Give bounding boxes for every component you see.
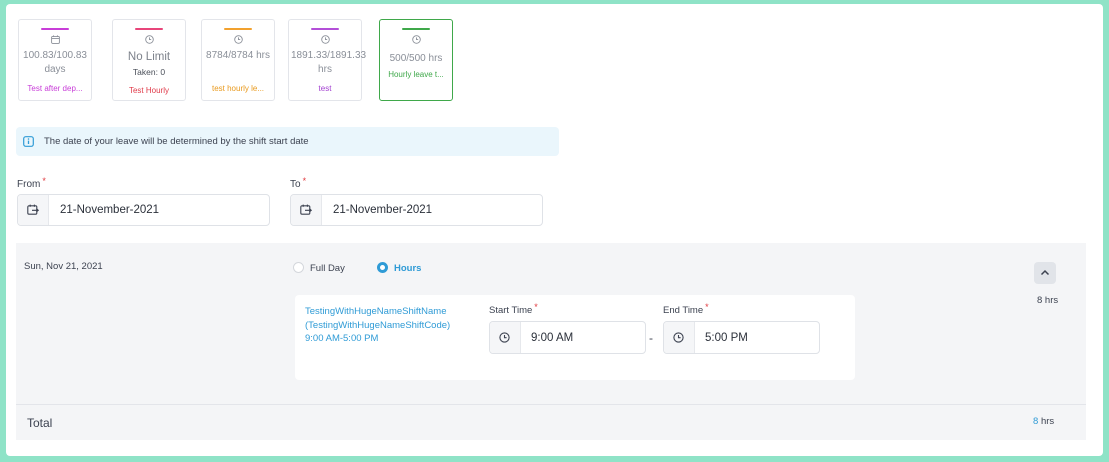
shift-name: TestingWithHugeNameShiftName [305,306,447,317]
card-taken: Taken: 0 [132,67,166,77]
clock-icon[interactable] [490,322,521,353]
leave-card-3[interactable]: 1891.33/1891.33 hrs test [288,19,367,101]
card-balance: No Limit [127,51,171,63]
clock-icon [289,35,361,45]
card-balance: 100.83/100.83 days [23,50,87,75]
radio-circle[interactable] [293,262,304,273]
calendar-icon [19,35,91,45]
end-time-field[interactable]: 5:00 PM [663,321,820,354]
to-label: To * [290,176,307,190]
end-time-label: End Time * [663,302,709,316]
to-date-value: 21-November-2021 [333,204,433,216]
radio-circle[interactable] [377,262,388,273]
start-time-field[interactable]: 9:00 AM [489,321,646,354]
shift-info: TestingWithHugeNameShiftName (TestingWit… [305,305,450,346]
collapse-button[interactable] [1034,262,1056,284]
calendar-swap-icon[interactable] [18,195,49,225]
shift-code: (TestingWithHugeNameShiftCode) [305,319,451,331]
leave-card-0[interactable]: 100.83/100.83 days Test after dep... [18,19,92,101]
total-hours: 8 hrs [1033,416,1054,427]
full-day-label: Full Day [310,263,345,274]
total-hours-value: 8 [1033,416,1039,427]
card-color-bar [135,28,163,30]
leave-card-4-selected[interactable]: 500/500 hrs Hourly leave t... [379,19,453,101]
end-time-value: 5:00 PM [705,332,748,344]
info-banner: The date of your leave will be determine… [16,127,559,156]
shift-card: TestingWithHugeNameShiftName (TestingWit… [295,295,855,380]
clock-icon [380,35,452,45]
chevron-up-icon [1040,269,1050,276]
card-leave-name: test [318,84,332,93]
card-leave-name: Test Hourly [128,86,169,95]
from-label: From * [17,176,46,190]
card-color-bar [402,28,430,30]
card-balance: 8784/8784 hrs [206,50,270,61]
start-time-value: 9:00 AM [531,332,574,344]
leave-card-1[interactable]: No Limit Taken: 0 Test Hourly [112,19,186,101]
clock-icon [113,35,185,45]
card-color-bar [311,28,339,30]
day-hours-total: 8 hrs [1037,295,1059,306]
total-hours-unit: hrs [1040,416,1055,427]
hours-label: Hours [394,263,422,274]
leave-form: 100.83/100.83 days Test after dep... No … [6,4,1103,456]
total-row: Total 8 hrs [16,404,1086,440]
card-balance: 1891.33/1891.33 hrs [291,50,367,75]
card-leave-name: Test after dep... [27,84,83,93]
card-leave-name: Hourly leave t... [388,70,444,79]
time-separator: - [649,331,653,345]
shift-time: 9:00 AM-5:00 PM [305,333,379,344]
from-date-value: 21-November-2021 [60,204,160,216]
to-date-field[interactable]: 21-November-2021 [290,194,543,226]
day-date: Sun, Nov 21, 2021 [24,261,103,272]
card-balance: 500/500 hrs [389,53,443,64]
info-text: The date of your leave will be determine… [44,136,309,147]
card-leave-name: test hourly le... [211,84,265,93]
info-icon [23,136,34,150]
clock-icon[interactable] [664,322,695,353]
card-color-bar [41,28,69,30]
start-time-label: Start Time * [489,302,538,316]
card-color-bar [224,28,252,30]
total-label: Total [27,416,53,430]
leave-card-2[interactable]: 8784/8784 hrs test hourly le... [201,19,275,101]
calendar-swap-icon[interactable] [291,195,322,225]
from-date-field[interactable]: 21-November-2021 [17,194,270,226]
clock-icon [202,35,274,45]
